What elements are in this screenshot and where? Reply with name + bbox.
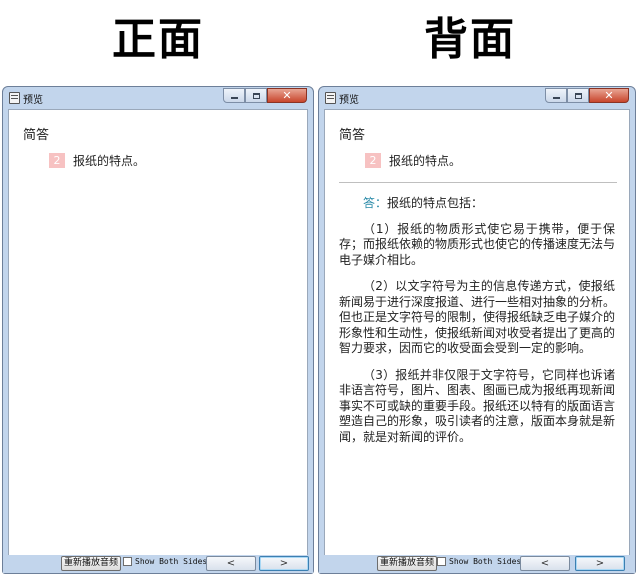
maximize-button[interactable]: [245, 88, 267, 103]
show-both-sides-toggle[interactable]: Show Both Sides: [123, 557, 207, 566]
heading-front: 正面: [112, 14, 204, 65]
app-icon: [9, 92, 20, 104]
answer-label: 答：: [363, 196, 388, 210]
maximize-icon: [574, 92, 582, 99]
window-title: 预览: [23, 95, 43, 106]
question-number-badge: 2: [365, 153, 381, 168]
answer-paragraph: （2）以文字符号为主的信息传递方式，使报纸新闻易于进行深度报道、进行一些相对抽象…: [339, 279, 616, 355]
answer-heading: 答：报纸的特点包括：: [339, 196, 615, 212]
card-content: 简答 2 报纸的特点。: [8, 109, 308, 568]
show-both-sides-checkbox[interactable]: [437, 557, 446, 566]
section-title: 简答: [339, 128, 366, 143]
prev-button[interactable]: <: [520, 556, 570, 571]
preview-window-back: 预览 ✕ 简答 2 报纸的特点。 答：报纸的特点包括： （1）报纸的物质形式使它…: [318, 86, 636, 574]
bottom-bar: 重新播放音频 Show Both Sides < >: [319, 555, 635, 573]
preview-window-front: 预览 ✕ 简答 2 报纸的特点。 重新播放音频 Show Both Sides …: [2, 86, 314, 574]
prev-button[interactable]: <: [206, 556, 256, 571]
next-button[interactable]: >: [575, 556, 625, 571]
minimize-icon: [552, 97, 560, 99]
close-button[interactable]: ✕: [267, 88, 307, 103]
show-both-sides-toggle[interactable]: Show Both Sides: [437, 557, 521, 566]
section-title: 简答: [23, 128, 50, 143]
replay-audio-button[interactable]: 重新播放音频: [377, 556, 438, 571]
title-bar[interactable]: 预览 ✕: [3, 87, 313, 109]
bottom-bar: 重新播放音频 Show Both Sides < >: [3, 555, 313, 573]
card-content: 简答 2 报纸的特点。 答：报纸的特点包括： （1）报纸的物质形式使它易于携带，…: [324, 109, 630, 568]
answer-paragraph: （1）报纸的物质形式使它易于携带，便于保存；而报纸依赖的物质形式也使它的传播速度…: [339, 221, 616, 267]
show-both-sides-label: Show Both Sides: [449, 557, 522, 566]
next-button[interactable]: >: [259, 556, 309, 571]
answer-divider: [339, 182, 617, 183]
window-title: 预览: [339, 95, 359, 106]
answer-paragraph: （3）报纸并非仅限于文字符号，它同样也诉诸非语言符号，图片、图表、图画已成为报纸…: [339, 367, 616, 444]
close-icon: ✕: [282, 89, 292, 102]
answer-body: 答：报纸的特点包括： （1）报纸的物质形式使它易于携带，便于保存；而报纸依赖的物…: [339, 196, 615, 456]
maximize-button[interactable]: [567, 88, 589, 103]
close-button[interactable]: ✕: [589, 88, 629, 103]
minimize-icon: [230, 97, 238, 99]
minimize-button[interactable]: [223, 88, 245, 103]
answer-lead: 报纸的特点包括：: [387, 196, 484, 210]
question-line: 2 报纸的特点。: [49, 152, 145, 169]
maximize-icon: [252, 92, 260, 99]
app-icon: [325, 92, 336, 104]
replay-audio-button[interactable]: 重新播放音频: [61, 556, 122, 571]
show-both-sides-checkbox[interactable]: [123, 557, 132, 566]
close-icon: ✕: [604, 89, 614, 102]
question-number-badge: 2: [49, 153, 65, 168]
heading-back: 背面: [424, 14, 516, 65]
question-line: 2 报纸的特点。: [365, 152, 461, 169]
question-text: 报纸的特点。: [389, 154, 462, 168]
show-both-sides-label: Show Both Sides: [135, 557, 208, 566]
minimize-button[interactable]: [545, 88, 567, 103]
title-bar[interactable]: 预览 ✕: [319, 87, 635, 109]
question-text: 报纸的特点。: [73, 154, 146, 168]
